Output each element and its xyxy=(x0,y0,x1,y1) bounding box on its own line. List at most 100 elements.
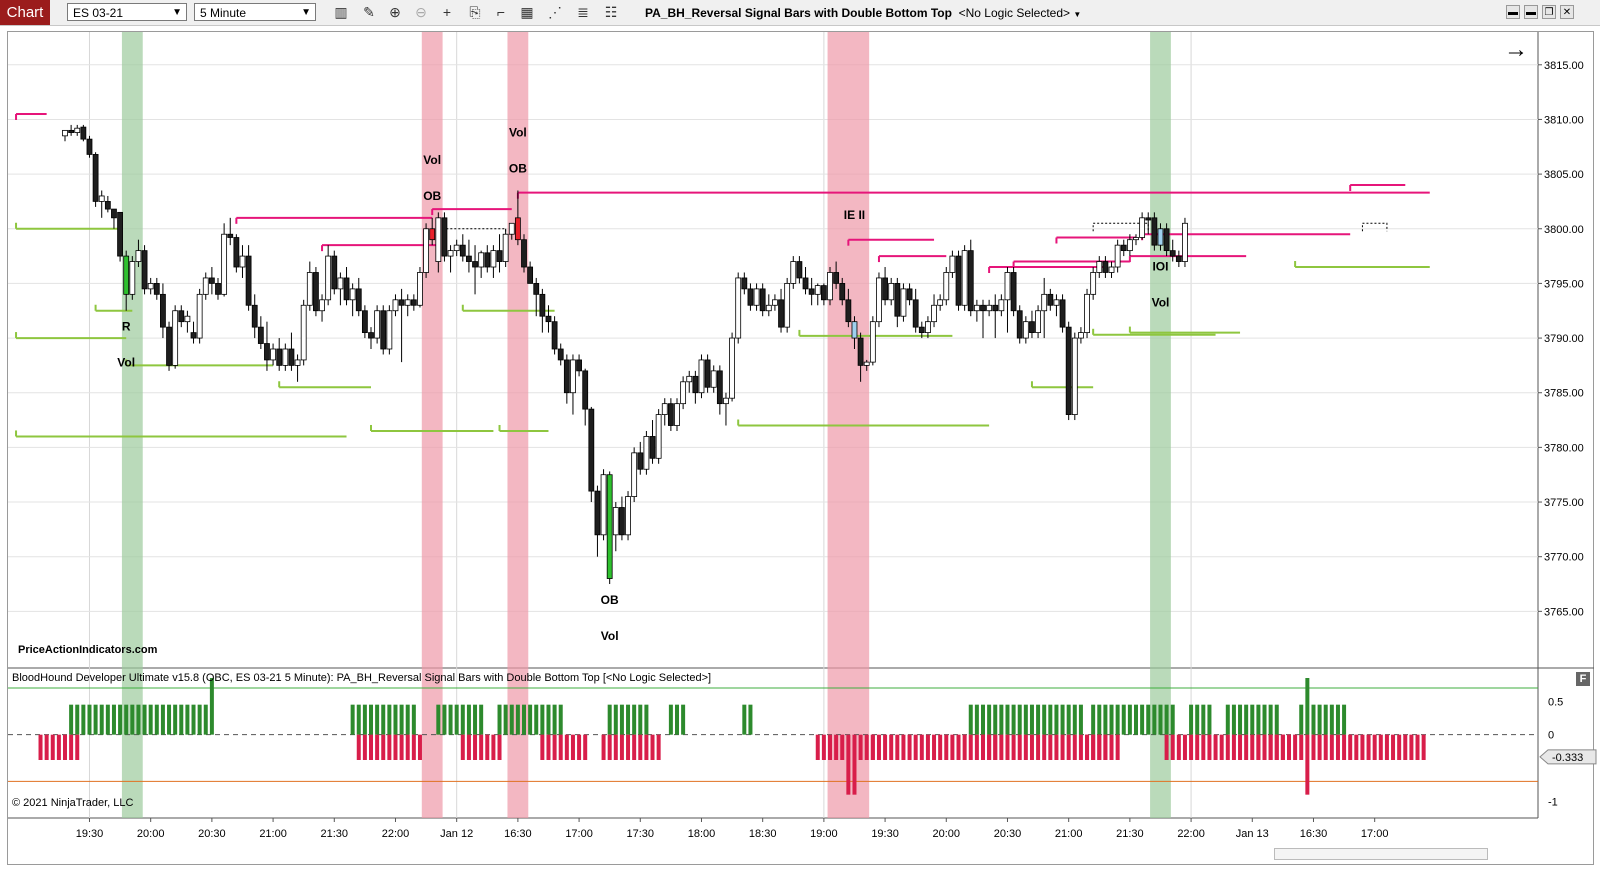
histogram-bar xyxy=(375,704,380,735)
candle-body xyxy=(772,299,778,306)
histogram-bar xyxy=(1366,734,1371,760)
candle-body xyxy=(576,359,582,372)
candle-body xyxy=(117,211,123,257)
candle-body xyxy=(239,255,246,268)
candle-body xyxy=(288,348,295,366)
histogram-bar xyxy=(1017,704,1022,735)
histogram-bar xyxy=(846,734,851,795)
histogram-bar xyxy=(644,704,649,735)
candle-body xyxy=(900,288,907,317)
histogram-bar xyxy=(1029,734,1034,760)
histogram-bar xyxy=(1140,704,1145,735)
candle-body xyxy=(723,397,729,405)
histogram-bar xyxy=(607,704,612,735)
histogram-bar xyxy=(1305,678,1310,735)
candle-body xyxy=(484,252,491,268)
histogram-bar xyxy=(448,704,453,735)
candle-body xyxy=(282,348,289,366)
histogram-bar xyxy=(460,734,465,760)
histogram-bar xyxy=(1201,734,1206,760)
histogram-bar xyxy=(1054,704,1059,735)
candle-body xyxy=(741,277,748,290)
candle-body xyxy=(337,277,344,290)
histogram-bar xyxy=(1195,704,1200,735)
candle-body xyxy=(233,237,240,268)
candle-body xyxy=(153,283,160,295)
candle-body xyxy=(270,348,276,361)
histogram-bar xyxy=(503,704,508,735)
candle-body xyxy=(698,359,705,394)
chart-canvas[interactable]: R Vol OB Vol OB Vol OB Vol IE II IOI Vol 3815.00 381… xyxy=(0,0,1600,870)
histogram-bar xyxy=(632,734,637,760)
histogram-bar xyxy=(607,734,612,760)
histogram-bar xyxy=(907,734,912,760)
candle-body xyxy=(661,403,668,415)
histogram-bar xyxy=(895,734,900,760)
time-tick-label: 22:00 xyxy=(1177,828,1205,840)
signal-label: Vol xyxy=(1152,296,1170,310)
histogram-bar xyxy=(840,734,845,760)
histogram-bar xyxy=(350,704,355,735)
candle-body xyxy=(955,255,962,306)
candle-body xyxy=(1029,321,1035,334)
candle-body xyxy=(784,283,791,328)
candle-body xyxy=(643,436,650,470)
candle-body xyxy=(104,201,111,210)
histogram-bar xyxy=(1262,704,1267,735)
signal-label: Vol xyxy=(509,126,527,140)
histogram-bar xyxy=(552,734,557,760)
histogram-bar xyxy=(987,704,992,735)
signal-label: OB xyxy=(601,593,619,607)
candle-body xyxy=(111,208,117,219)
histogram-bar xyxy=(968,734,973,760)
histogram-bar xyxy=(1231,704,1236,735)
histogram-bar xyxy=(540,704,545,735)
candle-body xyxy=(306,272,313,306)
candle-body xyxy=(521,239,527,268)
histogram-bar xyxy=(81,704,86,735)
candle-body xyxy=(392,299,399,312)
histogram-bar xyxy=(656,734,661,760)
histogram-bar xyxy=(1023,734,1028,760)
time-tick-label: 16:30 xyxy=(1300,828,1328,840)
histogram-bar xyxy=(1091,704,1096,735)
candle-body xyxy=(820,285,827,301)
histogram-bar xyxy=(1103,734,1108,760)
panel-filter-button[interactable]: F xyxy=(1576,672,1590,686)
histogram-bar xyxy=(1170,734,1175,760)
candle-body xyxy=(514,217,521,241)
signal-band xyxy=(1150,32,1171,818)
candle-body xyxy=(166,326,172,366)
candle-body xyxy=(594,490,601,536)
histogram-bar xyxy=(1042,734,1047,760)
candle-body xyxy=(74,127,81,133)
signal-band xyxy=(421,32,443,818)
dashed-range-box xyxy=(1361,222,1388,232)
histogram-bar xyxy=(876,734,881,760)
candle-body xyxy=(313,272,319,312)
time-tick-label: Jan 13 xyxy=(1236,828,1269,840)
candle-body xyxy=(1182,222,1188,262)
candle-body xyxy=(1096,261,1103,273)
histogram-bar xyxy=(148,704,153,735)
candle-body xyxy=(545,315,552,323)
histogram-bar xyxy=(570,734,575,760)
candle-body xyxy=(759,288,766,312)
histogram-bar xyxy=(93,704,98,735)
histogram-bar xyxy=(1036,704,1041,735)
histogram-bar xyxy=(417,734,422,760)
histogram-bar xyxy=(375,734,380,760)
histogram-bar xyxy=(1287,734,1291,760)
histogram-bar xyxy=(399,704,404,735)
histogram-bar xyxy=(362,734,367,760)
histogram-bar xyxy=(381,734,386,760)
histogram-bar xyxy=(356,704,361,735)
horizontal-scrollbar[interactable] xyxy=(1274,848,1488,860)
histogram-bar xyxy=(919,734,924,760)
histogram-bar xyxy=(675,704,679,735)
candle-body xyxy=(649,436,656,459)
histogram-bar xyxy=(981,704,985,735)
histogram-bar xyxy=(1011,704,1016,735)
candle-body xyxy=(1114,244,1121,268)
arrow-right-icon[interactable]: → xyxy=(1504,38,1528,62)
